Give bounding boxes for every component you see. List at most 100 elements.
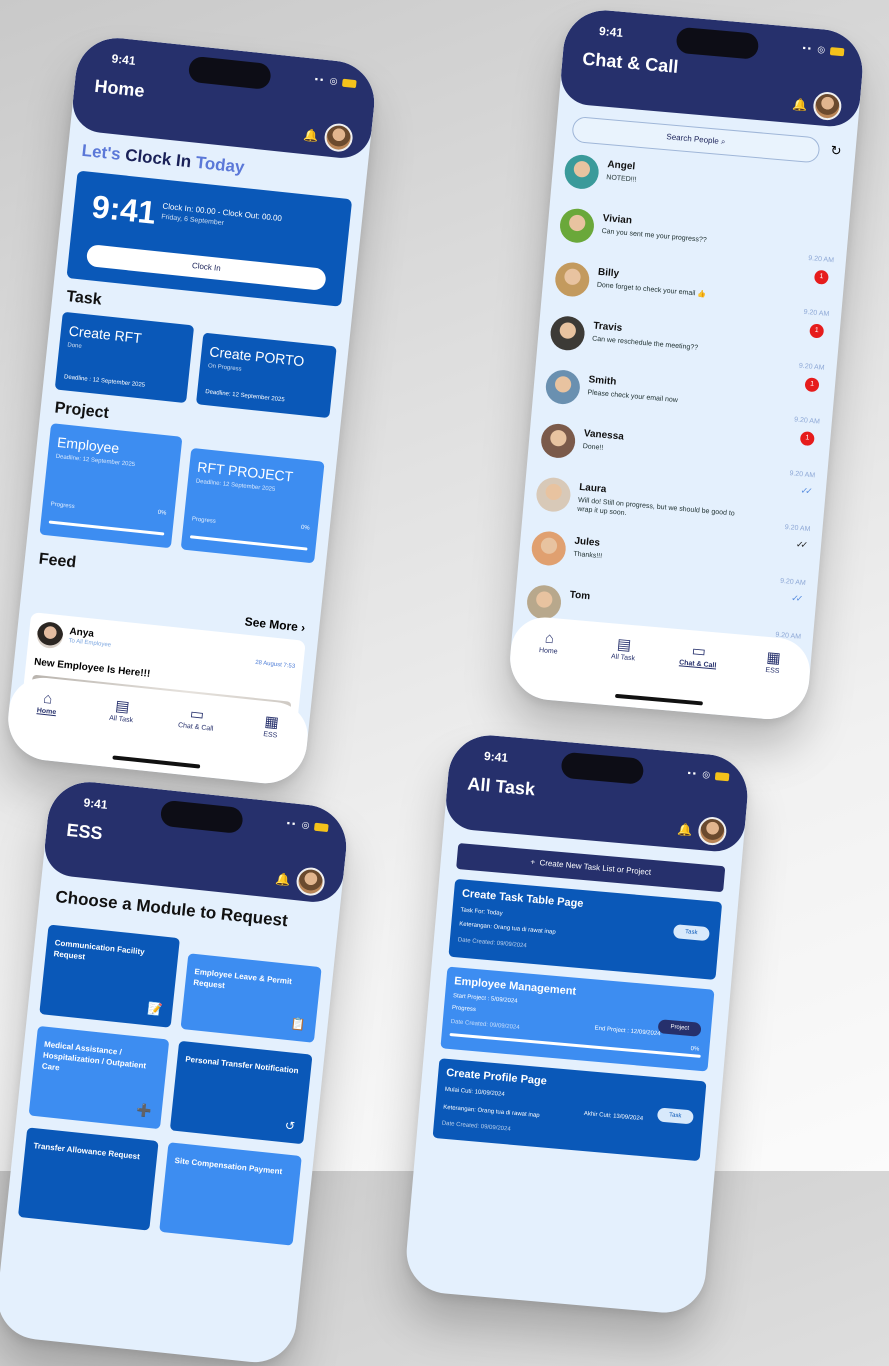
task-for: Task For: Today [460, 907, 503, 918]
module-title: Medical Assistance / Hospitalization / O… [41, 1039, 147, 1073]
task-date: Date Created: 09/09/2024 [457, 937, 527, 950]
module-card[interactable]: Medical Assistance / Hospitalization / O… [28, 1025, 170, 1130]
start-project: Start Project : 5/09/2024 [452, 993, 518, 1005]
bell-icon[interactable]: 🔔 [677, 822, 693, 837]
avatar [544, 368, 582, 406]
search-icon: ⌕ [720, 136, 726, 147]
chat-name: Vivian [602, 212, 633, 227]
battery-icon [313, 822, 329, 832]
history-icon[interactable]: ↻ [830, 143, 842, 160]
project-card[interactable]: RFT PROJECT Deadline: 12 September 2025 … [180, 447, 325, 564]
task-note: Keterangan: Orang tua di rawat inap [442, 1104, 540, 1120]
project-date: Date Created: 09/09/2024 [450, 1019, 520, 1031]
chat-message: Can we reschedule the meeting?? [591, 335, 699, 352]
chat-time: 9.20 AM [798, 362, 825, 372]
task-pill: Task [672, 924, 710, 942]
clipboard-icon: 📋 [289, 1016, 307, 1032]
tab-label: ESS [765, 666, 780, 676]
avatar[interactable] [812, 90, 843, 122]
avatar[interactable] [295, 866, 326, 897]
home-icon: ⌂ [544, 629, 555, 648]
chevron-right-icon: › [300, 620, 306, 635]
task-card[interactable]: Create Profile Page Mulai Cuti: 10/09/20… [432, 1058, 707, 1162]
progress-bar [189, 535, 308, 551]
status-icons: ▪▪ ◎ [687, 768, 730, 783]
tab-label: ESS [262, 731, 278, 740]
tab-home[interactable]: ⌂ Home [12, 687, 79, 763]
file-icon: ▤ [616, 635, 632, 654]
module-card[interactable]: Employee Leave & Permit Request 📋 [180, 953, 322, 1043]
dynamic-island [187, 55, 272, 91]
project-title: Employee [56, 433, 121, 457]
tab-ess[interactable]: ▦ ESS [738, 647, 804, 722]
tab-label: Chat & Call [177, 722, 214, 733]
home-header: 9:41 ▪▪ ◎ Home 🔔 [69, 34, 379, 161]
progress-value: 0% [300, 524, 310, 532]
avatar[interactable] [323, 122, 354, 153]
module-card[interactable]: Personal Transfer Notification ↺ [169, 1040, 313, 1145]
battery-icon [829, 46, 845, 56]
tab-home[interactable]: ⌂ Home [514, 627, 580, 702]
chat-message: Please check your email now [587, 389, 679, 405]
clock-title-a: Let's [80, 140, 122, 164]
chat-time: 9.20 AM [808, 255, 835, 265]
module-card[interactable]: Communication Facility Request 📝 [39, 924, 180, 1028]
tab-label: Chat & Call [678, 659, 717, 670]
chat-name: Jules [573, 535, 601, 549]
chat-message: Will do! Still on progress, but we shoul… [576, 496, 735, 518]
module-title: Transfer Allowance Request [33, 1141, 141, 1162]
progress-value: 0% [157, 509, 167, 517]
project-header: Project [53, 399, 110, 423]
project-card[interactable]: Employee Management Start Project : 5/09… [440, 966, 715, 1072]
chat-icon: ▭ [189, 705, 205, 724]
task-status: Done [67, 342, 82, 350]
page-title: Chat & Call [581, 48, 680, 77]
clock-in-button[interactable]: Clock In [85, 243, 327, 291]
task-pill: Task [656, 1107, 694, 1125]
status-icons: ▪▪ ◎ [286, 818, 329, 833]
end-project: End Project : 12/09/2024 [594, 1025, 661, 1038]
chat-header: 9:41 ▪▪ ◎ Chat & Call 🔔 [558, 7, 866, 129]
home-phone: 9:41 ▪▪ ◎ Home 🔔 Let's Clock In Today 9:… [4, 34, 379, 788]
avatar [549, 314, 586, 352]
page-title: All Task [466, 773, 536, 800]
bell-icon[interactable]: 🔔 [275, 872, 291, 887]
task-card[interactable]: Create PORTO On Progress Deadline: 12 Se… [195, 332, 337, 419]
progress: Progress 0% [189, 507, 311, 551]
task-deadline: Deadline: 12 September 2025 [204, 389, 285, 404]
module-card[interactable]: Site Compensation Payment [159, 1142, 302, 1246]
status-icons: ▪▪ ◎ [314, 74, 357, 89]
task-card[interactable]: Create RFT Done Deadline : 12 September … [54, 311, 195, 404]
chat-time: 9.20 AM [793, 416, 821, 426]
task-title: Create Task Table Page [461, 887, 584, 911]
tab-ess[interactable]: ▦ ESS [235, 711, 302, 787]
bell-icon[interactable]: 🔔 [303, 128, 319, 143]
module-title: Site Compensation Payment [174, 1155, 283, 1177]
history-icon: ↺ [284, 1118, 296, 1134]
home-icon: ⌂ [42, 689, 54, 708]
project-pill: Project [657, 1019, 702, 1037]
avatar [530, 530, 568, 567]
task-deadline: Deadline : 12 September 2025 [63, 374, 146, 389]
avatar[interactable] [697, 815, 728, 847]
leave-end: Akhir Cuti: 13/09/2024 [583, 1110, 644, 1123]
chat-message: Thanks!!! [573, 550, 603, 561]
module-card[interactable]: Transfer Allowance Request [17, 1127, 159, 1231]
avatar [525, 583, 563, 621]
see-more-link[interactable]: See More › [244, 614, 306, 634]
chat-icon: ▭ [691, 642, 707, 661]
search-placeholder: Search People [666, 132, 720, 146]
task-card[interactable]: Create Task Table Page Task For: Today K… [448, 878, 723, 980]
avatar [539, 422, 577, 460]
battery-icon [714, 771, 730, 781]
chat-message: Done!! [582, 443, 604, 452]
chat-name: Travis [592, 320, 623, 335]
project-card[interactable]: Employee Deadline: 12 September 2025 Pro… [39, 423, 183, 549]
clock-title-b: Clock In [124, 145, 193, 172]
chat-name: Tom [569, 589, 591, 603]
ess-phone: 9:41 ▪▪ ◎ ESS 🔔 Choose a Module to Reque… [0, 778, 351, 1366]
bell-icon[interactable]: 🔔 [792, 97, 808, 112]
status-time: 9:41 [483, 748, 509, 765]
avatar [558, 207, 596, 245]
ess-header: 9:41 ▪▪ ◎ ESS 🔔 [41, 778, 351, 905]
